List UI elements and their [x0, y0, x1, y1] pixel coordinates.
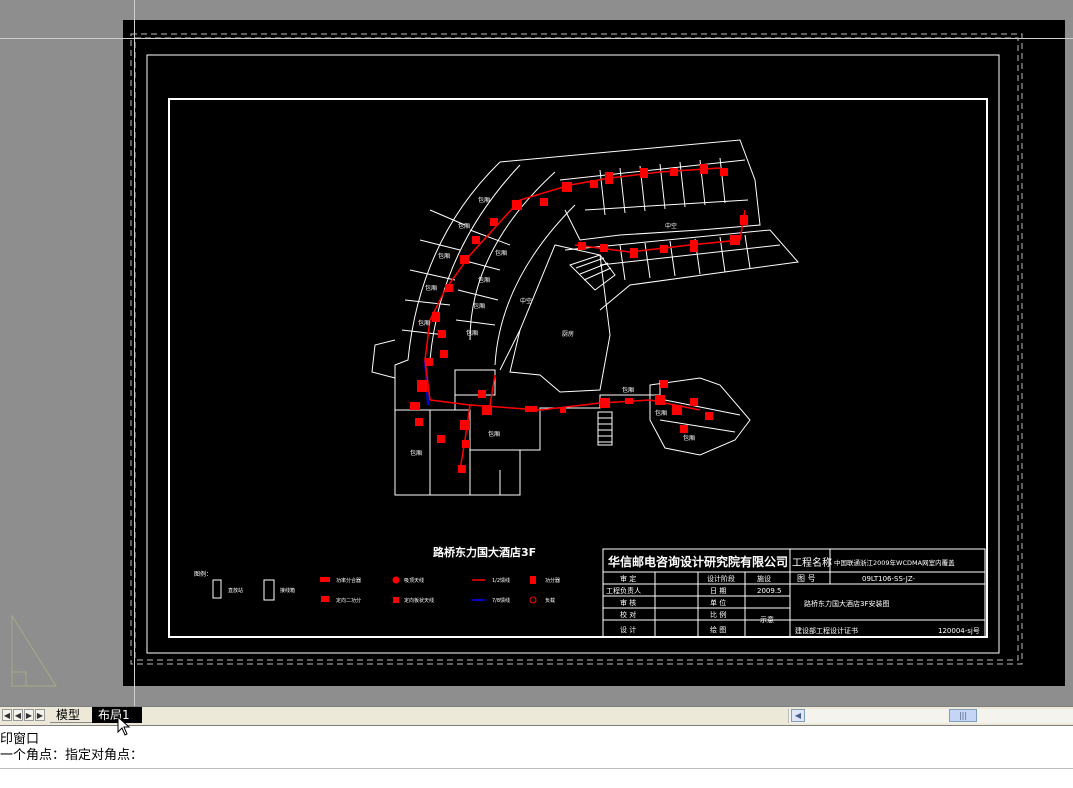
- title-block-label: 校 对: [620, 610, 636, 619]
- title-block-label: 审 核: [620, 598, 636, 607]
- title-block-label: 绘 图: [710, 625, 726, 634]
- title-block-label: 比 例: [710, 610, 726, 619]
- title-block-drawing-title: 路桥东力国大酒店3F安装图: [804, 599, 889, 608]
- room-label: 包厢: [466, 329, 478, 337]
- floor-plan-drawing: 包厢 包厢 包厢 包厢 包厢 包厢 包厢 包厢 包厢 包厢 包厢 包厢 包厢 包…: [130, 33, 1023, 665]
- room-label: 包厢: [418, 319, 430, 327]
- legend-label: 功分器: [545, 577, 560, 584]
- scroll-left-button[interactable]: ◀: [791, 709, 805, 722]
- title-block-company: 华信邮电咨询设计研究院有限公司: [608, 554, 788, 569]
- horizontal-scrollbar[interactable]: ◀ |||: [788, 709, 1073, 723]
- legend-title: 图例：: [194, 570, 212, 578]
- legend-label: 7/8馈线: [492, 597, 510, 604]
- tab-nav-next-button[interactable]: ▶: [24, 709, 34, 721]
- room-label: 包厢: [458, 222, 470, 230]
- tab-nav-first-button[interactable]: ◀: [2, 709, 12, 721]
- layout-tab-bar: ◀ ◀ ▶ ▶ 模型 布局1 ◀ |||: [0, 706, 1073, 725]
- room-label: 厨房: [562, 330, 574, 338]
- legend-label: 接线箱: [280, 587, 295, 594]
- room-label: 包厢: [473, 302, 485, 310]
- ucs-icon: [11, 614, 57, 687]
- tab-nav-prev-button[interactable]: ◀: [13, 709, 23, 721]
- legend-label: 功率分合器: [336, 577, 361, 584]
- title-block-value: 示意: [760, 615, 774, 624]
- tab-nav-last-button[interactable]: ▶: [35, 709, 45, 721]
- room-label: 包厢: [683, 434, 695, 442]
- legend-label: 定向板状天线: [404, 597, 434, 604]
- room-label: 中空: [520, 297, 532, 305]
- title-block-value: 2009.5: [757, 587, 782, 595]
- room-label: 包厢: [655, 409, 667, 417]
- crosshair-horizontal: [0, 38, 1073, 39]
- title-block-label: 单 位: [710, 598, 726, 607]
- feeder-12: [424, 167, 746, 471]
- room-label: 包厢: [438, 252, 450, 260]
- title-block-label: 工程负责人: [606, 586, 641, 595]
- legend-label: 1/2馈线: [492, 577, 510, 584]
- legend: 图例： 直放站 接线箱 功率分合器 吸顶天线 1/2馈线 功分器 定向二功分 定…: [194, 570, 560, 604]
- equipment-symbols: [410, 164, 748, 473]
- tab-model[interactable]: 模型: [50, 707, 92, 723]
- legend-label: 负载: [545, 597, 555, 604]
- title-block-label: 日 期: [710, 587, 726, 595]
- legend-label: 定向二功分: [336, 597, 361, 604]
- drawing-workspace[interactable]: 包厢 包厢 包厢 包厢 包厢 包厢 包厢 包厢 包厢 包厢 包厢 包厢 包厢 包…: [0, 0, 1073, 706]
- title-block-cert-no: 120004-sj号: [938, 627, 980, 635]
- room-label: 包厢: [425, 284, 437, 292]
- room-label: 包厢: [478, 276, 490, 284]
- title-block-cert-label: 建设部工程设计证书: [795, 626, 858, 635]
- mouse-pointer-icon: [117, 716, 131, 736]
- title-block-label: 设 计: [620, 625, 636, 634]
- command-input-divider: [0, 768, 1073, 769]
- room-label: 包厢: [478, 196, 490, 204]
- title-block-label: 图 号: [797, 574, 816, 583]
- plan-title: 路桥东力国大酒店3F: [433, 545, 536, 559]
- scrollbar-thumb[interactable]: |||: [949, 709, 977, 722]
- title-block-value: 09LT106-SS-JZ-: [862, 575, 916, 583]
- title-block-label: 审 定: [620, 574, 636, 583]
- title-block-project: 中国联通浙江2009年WCDMA网室内覆盖: [834, 558, 955, 567]
- room-label: 中空: [665, 222, 677, 230]
- command-window[interactable]: 印窗口 一个角点：指定对角点：: [0, 725, 1073, 788]
- command-history-line: 一个角点：指定对角点：: [0, 748, 144, 763]
- title-block-project-label: 工程名称: [792, 556, 832, 569]
- room-labels: 包厢 包厢 包厢 包厢 包厢 包厢 包厢 包厢 包厢 包厢 包厢 包厢 包厢 包…: [410, 196, 695, 457]
- legend-label: 直放站: [228, 587, 243, 594]
- legend-label: 吸顶天线: [404, 577, 424, 584]
- crosshair-vertical: [134, 0, 135, 706]
- room-label: 包厢: [622, 386, 634, 394]
- room-label: 包厢: [488, 430, 500, 438]
- room-label: 包厢: [410, 449, 422, 457]
- title-block-value: 施设: [757, 574, 771, 583]
- title-block-label: 设计阶段: [707, 574, 735, 583]
- inner-frame: [168, 98, 988, 638]
- title-block: 华信邮电咨询设计研究院有限公司 工程名称 中国联通浙江2009年WCDMA网室内…: [602, 548, 986, 638]
- room-label: 包厢: [495, 249, 507, 257]
